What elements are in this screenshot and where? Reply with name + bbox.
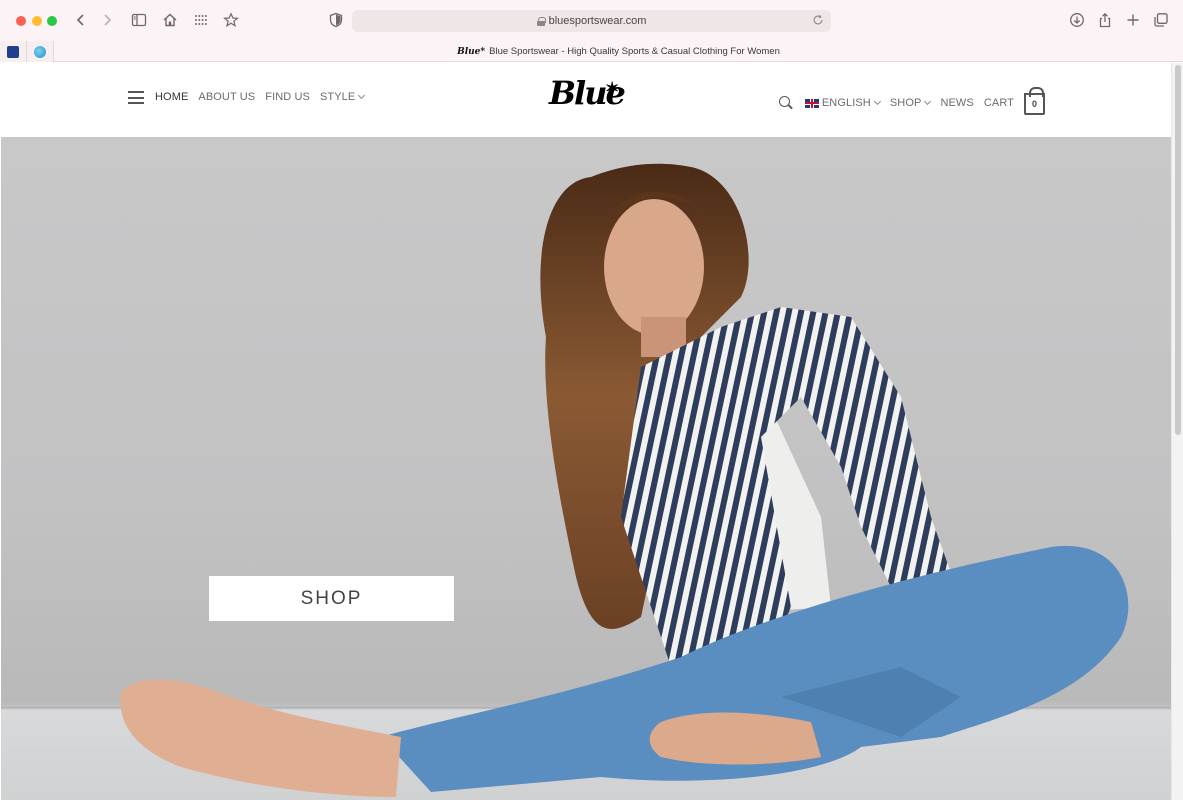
close-window-button[interactable] (16, 16, 26, 26)
address-bar[interactable]: bluesportswear.com (352, 10, 831, 32)
pinned-site-icon (34, 45, 46, 58)
chevron-down-icon (358, 91, 366, 100)
site-header: HOME ABOUT US FIND US STYLE Blue ✶ ENGLI… (1, 63, 1171, 137)
minimize-window-button[interactable] (32, 16, 42, 26)
pinned-site-icon (7, 45, 19, 58)
grid-icon[interactable] (190, 9, 212, 31)
hero-banner: SHOP (1, 137, 1171, 800)
logo-star-icon: ✶ (605, 79, 619, 99)
uk-flag-icon (804, 98, 819, 108)
tabs-overview-icon[interactable] (1150, 9, 1172, 31)
chevron-down-icon (873, 97, 881, 106)
hero-model-image (120, 163, 1129, 797)
star-icon[interactable] (220, 9, 242, 31)
secondary-nav: ENGLISH SHOP NEWS CART 0 (778, 87, 1045, 115)
cart-count-icon[interactable]: 0 (1024, 87, 1045, 115)
lock-icon (536, 16, 546, 26)
nav-shop-label: SHOP (889, 97, 922, 109)
menu-icon[interactable] (128, 91, 144, 104)
page-scrollbar[interactable] (1171, 63, 1183, 800)
nav-style-label: STYLE (319, 91, 356, 103)
nav-cart[interactable]: CART (984, 97, 1014, 109)
hero-shop-button[interactable]: SHOP (209, 576, 454, 621)
download-icon[interactable] (1066, 9, 1088, 31)
nav-find-us[interactable]: FIND US (265, 91, 310, 103)
tab-bar: Blue* Blue Sportswear - High Quality Spo… (0, 41, 1183, 62)
nav-style[interactable]: STYLE (319, 91, 366, 103)
back-icon[interactable] (70, 9, 92, 31)
chevron-down-icon (924, 97, 932, 106)
new-tab-icon[interactable] (1122, 9, 1144, 31)
tab-title: Blue Sportswear - High Quality Sports & … (489, 46, 780, 57)
reload-icon[interactable] (811, 13, 827, 29)
site-logo[interactable]: Blue ✶ (549, 73, 629, 113)
url-text: bluesportswear.com (548, 15, 647, 27)
pinned-tab-1[interactable] (0, 41, 27, 62)
active-tab[interactable]: Blue* Blue Sportswear - High Quality Spo… (54, 41, 1183, 62)
tab-favicon: Blue* (457, 46, 486, 57)
language-selector[interactable]: ENGLISH (804, 97, 881, 109)
language-label: ENGLISH (821, 97, 871, 109)
scrollbar-thumb[interactable] (1175, 65, 1181, 435)
nav-home[interactable]: HOME (155, 91, 188, 103)
nav-shop[interactable]: SHOP (889, 97, 932, 109)
zoom-window-button[interactable] (47, 16, 57, 26)
nav-news[interactable]: NEWS (940, 97, 973, 109)
pinned-tab-2[interactable] (27, 41, 54, 62)
browser-chrome: bluesportswear.com Blue* Blue Sportswear… (0, 0, 1183, 62)
shield-icon[interactable] (325, 9, 347, 31)
forward-icon[interactable] (96, 9, 118, 31)
nav-about-us[interactable]: ABOUT US (198, 91, 255, 103)
share-icon[interactable] (1094, 9, 1116, 31)
sidebar-icon[interactable] (128, 9, 150, 31)
home-icon[interactable] (159, 9, 181, 31)
primary-nav: HOME ABOUT US FIND US STYLE (155, 91, 366, 103)
search-icon[interactable] (778, 96, 793, 110)
browser-toolbar: bluesportswear.com (0, 0, 1183, 41)
